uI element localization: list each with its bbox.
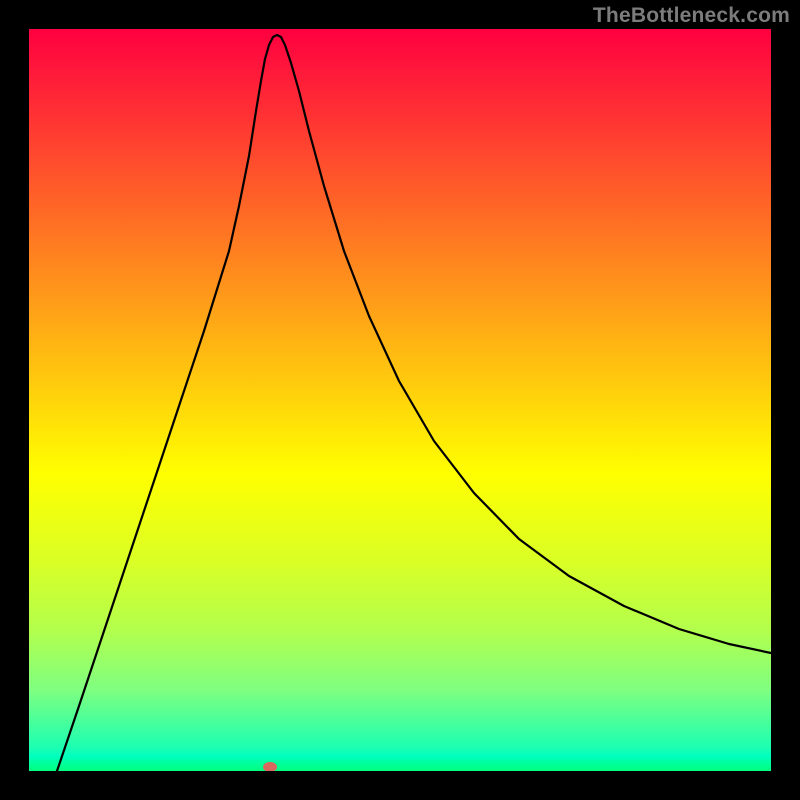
- bottleneck-curve: [29, 29, 771, 771]
- plot-area: [29, 29, 771, 771]
- chart-frame: TheBottleneck.com: [0, 0, 800, 800]
- optimum-marker: [263, 762, 277, 771]
- watermark-text: TheBottleneck.com: [593, 4, 790, 28]
